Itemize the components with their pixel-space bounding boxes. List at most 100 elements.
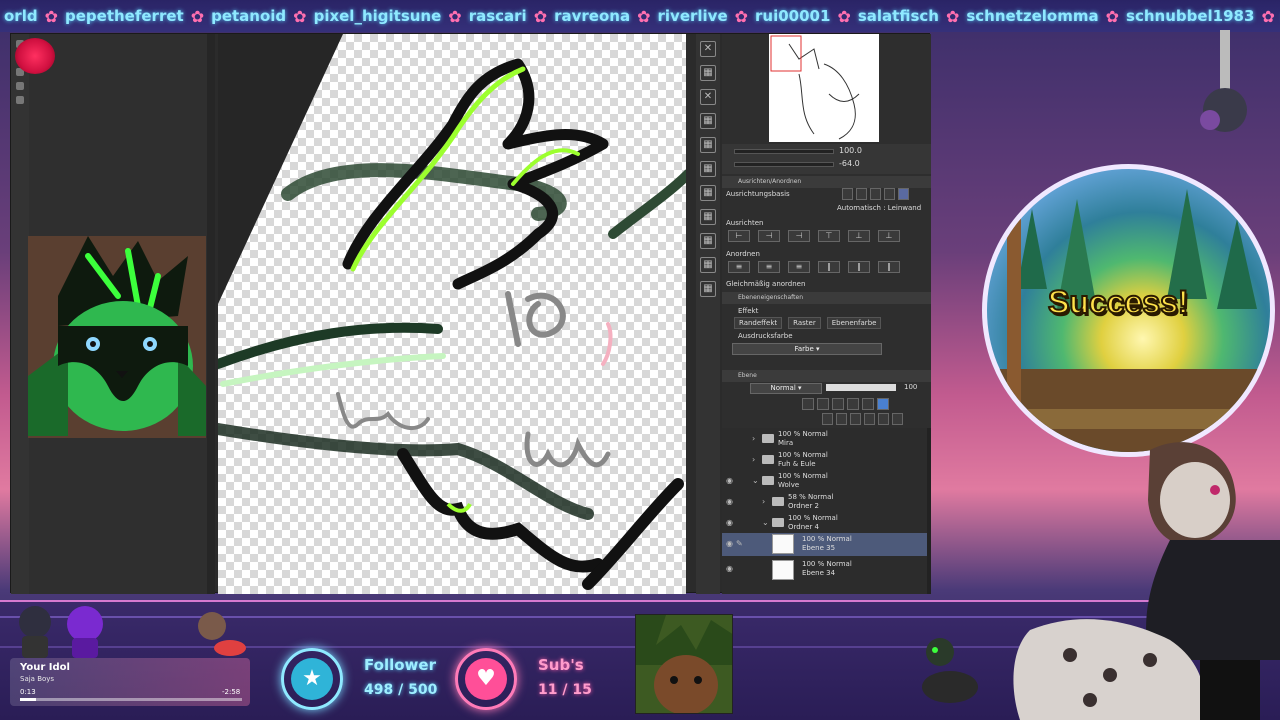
folder-icon	[762, 476, 774, 485]
zoom-value: 100.0	[839, 146, 862, 155]
layer-row[interactable]: ◉ 100 % Normal Ebene 34	[722, 558, 927, 582]
align-right-icon[interactable]: ⊣	[788, 230, 810, 242]
arrange-icon[interactable]: ≡	[728, 261, 750, 273]
zoom-slider[interactable]	[734, 149, 834, 154]
align-bottom-icon[interactable]: ⊥	[878, 230, 900, 242]
song-progress-bar	[20, 698, 242, 701]
layer-color-button[interactable]: Ebenenfarbe	[826, 317, 882, 329]
layer-row[interactable]: ◉ ⌄ 100 % Normal Ordner 4	[722, 512, 927, 533]
layer-row[interactable]: › 100 % Normal Mira	[722, 428, 927, 449]
arrange-icon[interactable]: ≡	[788, 261, 810, 273]
eye-icon[interactable]: ◉	[726, 564, 733, 573]
star-icon: ★	[291, 658, 333, 700]
follower-label: Follower	[364, 656, 436, 674]
arrange-icon[interactable]: ‖	[878, 261, 900, 273]
close-icon[interactable]: ✕	[700, 89, 716, 105]
star-icon: ✿	[734, 6, 749, 26]
align-basis-icon[interactable]	[898, 188, 909, 200]
align-left-icon[interactable]: ⊢	[728, 230, 750, 242]
close-icon[interactable]: ✕	[700, 41, 716, 57]
align-center-icon[interactable]: ⊣	[758, 230, 780, 242]
navigator-thumbnail[interactable]	[769, 34, 879, 142]
chevron-down-icon[interactable]: ⌄	[752, 476, 759, 485]
ticker-item: pepetheferret	[65, 7, 184, 25]
layer-tool-icon[interactable]: ▦	[700, 281, 716, 297]
layer-row[interactable]: › 100 % Normal Fuh & Eule	[722, 449, 927, 470]
left-toolbar	[11, 34, 29, 594]
merge-icon[interactable]	[864, 413, 875, 425]
star-icon: ✿	[637, 6, 651, 26]
sketch-artwork	[218, 34, 686, 590]
chevron-right-icon[interactable]: ›	[752, 434, 755, 443]
new-layer-icon[interactable]	[822, 413, 833, 425]
duplicate-icon[interactable]	[878, 413, 889, 425]
layer-list: › 100 % Normal Mira › 100 % Normal Fuh &…	[722, 428, 931, 594]
blend-mode-select[interactable]: Normal ▾	[750, 383, 822, 394]
align-basis-icon[interactable]	[842, 188, 853, 200]
layer-tool-icon[interactable]: ▦	[700, 137, 716, 153]
arrange-icon[interactable]: ≡	[758, 261, 780, 273]
delete-icon[interactable]	[892, 413, 903, 425]
layer-option-icon[interactable]	[847, 398, 859, 410]
arrange-icon[interactable]: ‖	[848, 261, 870, 273]
arrange-icon[interactable]: ‖	[818, 261, 840, 273]
opacity-slider[interactable]	[826, 384, 896, 391]
chevron-right-icon[interactable]: ›	[762, 497, 765, 506]
layer-row[interactable]: ◉ › 58 % Normal Ordner 2	[722, 491, 927, 512]
ticker-item: rascari	[468, 7, 527, 25]
layer-tool-icon[interactable]: ▦	[700, 65, 716, 81]
align-basis-icon[interactable]	[870, 188, 881, 200]
align-basis-icon[interactable]	[884, 188, 895, 200]
eye-icon[interactable]: ◉	[726, 539, 733, 548]
ticker-item: rui00001	[755, 7, 831, 25]
folder-icon	[772, 497, 784, 506]
side-scrollbar[interactable]	[207, 34, 215, 594]
tool-icon[interactable]	[16, 82, 24, 90]
layer-option-icon[interactable]	[877, 398, 889, 410]
tone-effect-button[interactable]: Raster	[788, 317, 821, 329]
new-folder-icon[interactable]	[836, 413, 847, 425]
expression-color-select[interactable]: Farbe ▾	[732, 343, 882, 355]
layer-option-icon[interactable]	[817, 398, 829, 410]
webcam-avatar	[28, 236, 206, 438]
layer-scrollbar[interactable]	[927, 428, 931, 594]
align-top-icon[interactable]: ⊤	[818, 230, 840, 242]
follower-value: 498 / 500	[364, 682, 438, 698]
layer-row[interactable]: ◉ ⌄ 100 % Normal Wolve	[722, 470, 927, 491]
eye-icon[interactable]: ◉	[726, 476, 733, 485]
layer-option-icon[interactable]	[862, 398, 874, 410]
tool-icon[interactable]	[16, 96, 24, 104]
layer-tool-icon[interactable]: ▦	[700, 233, 716, 249]
layer-tool-icon[interactable]: ▦	[700, 161, 716, 177]
layer-props-header[interactable]: Ebeneneigenschaften	[722, 292, 931, 304]
rotation-slider[interactable]	[734, 162, 834, 167]
subs-ring: ♥	[455, 648, 517, 710]
layer-tool-icon[interactable]: ▦	[700, 113, 716, 129]
sitting-chibi	[922, 638, 978, 703]
drawing-canvas[interactable]	[218, 34, 686, 594]
star-icon: ✿	[44, 6, 58, 26]
eye-icon[interactable]: ◉	[726, 497, 733, 506]
layer-tool-icon[interactable]: ▦	[700, 257, 716, 273]
layer-tool-icon[interactable]: ▦	[700, 209, 716, 225]
effect-label: Effekt	[738, 307, 759, 315]
opacity-value: 100	[904, 383, 918, 391]
song-remaining-time: -2:58	[222, 688, 241, 696]
layer-tool-buttons	[802, 398, 889, 410]
ticker-item: petanoid	[211, 7, 287, 25]
align-basis-icon[interactable]	[856, 188, 867, 200]
chevron-down-icon[interactable]: ⌄	[762, 518, 769, 527]
align-panel-header[interactable]: Ausrichten/Anordnen	[722, 176, 931, 188]
chevron-right-icon[interactable]: ›	[752, 455, 755, 464]
layer-mask-icon[interactable]	[850, 413, 861, 425]
layer-panel-header[interactable]: Ebene	[722, 370, 931, 382]
layer-tool-icon[interactable]: ▦	[700, 185, 716, 201]
layer-row-selected[interactable]: ◉ ✎ 100 % Normal Ebene 35	[722, 533, 927, 556]
layer-option-icon[interactable]	[832, 398, 844, 410]
layer-option-icon[interactable]	[802, 398, 814, 410]
eye-icon[interactable]: ◉	[726, 518, 733, 527]
blend-mode-value: Normal	[770, 384, 796, 392]
song-title: Your Idol	[20, 662, 70, 673]
border-effect-button[interactable]: Randeffekt	[734, 317, 783, 329]
align-middle-icon[interactable]: ⊥	[848, 230, 870, 242]
